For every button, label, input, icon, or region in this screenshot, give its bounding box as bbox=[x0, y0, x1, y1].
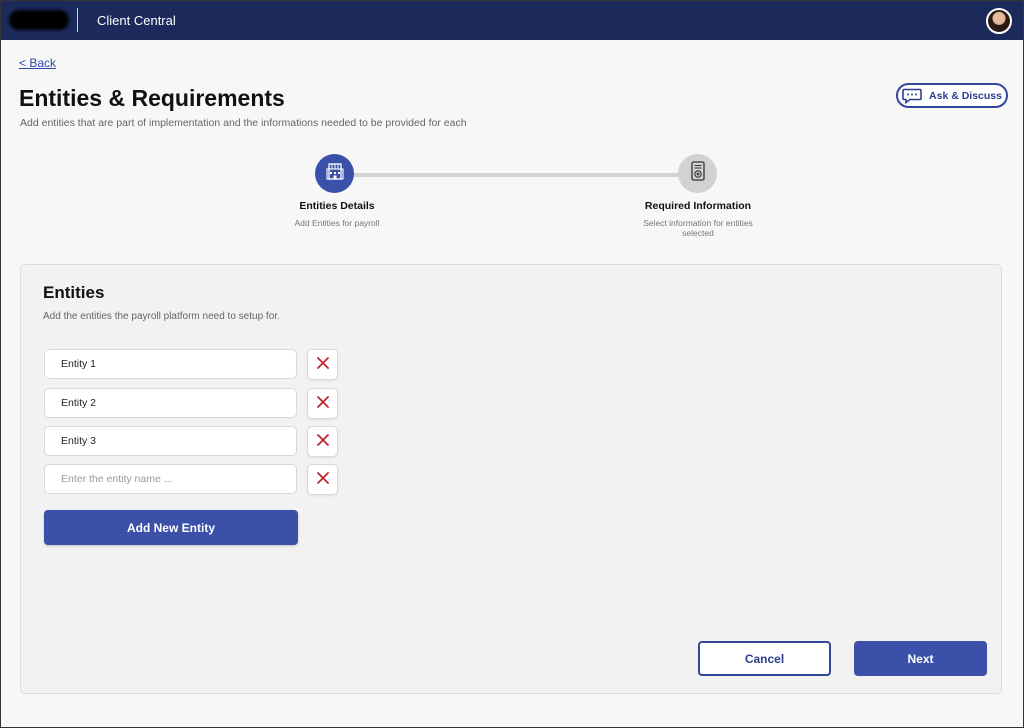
remove-entity-2-button[interactable] bbox=[307, 388, 338, 419]
entity-name-input-3[interactable] bbox=[44, 426, 297, 456]
step-entities-details-indicator[interactable] bbox=[315, 154, 354, 193]
page-title: Entities & Requirements bbox=[19, 85, 285, 111]
next-button[interactable]: Next bbox=[854, 641, 987, 676]
app-title: Client Central bbox=[97, 13, 176, 28]
medical-form-icon bbox=[688, 160, 708, 187]
ask-and-discuss-label: Ask & Discuss bbox=[929, 89, 1002, 102]
add-new-entity-button[interactable]: Add New Entity bbox=[44, 510, 298, 545]
chat-icon bbox=[902, 88, 922, 104]
step-entities-details-subtitle: Add Entities for payroll bbox=[294, 218, 380, 228]
entity-name-input-2[interactable] bbox=[44, 388, 297, 418]
entities-card-subtitle: Add the entities the payroll platform ne… bbox=[43, 311, 280, 322]
cancel-button[interactable]: Cancel bbox=[698, 641, 831, 676]
page-subtitle: Add entities that are part of implementa… bbox=[20, 117, 467, 129]
close-icon bbox=[316, 471, 329, 489]
close-icon bbox=[316, 433, 329, 451]
company-logo[interactable] bbox=[9, 10, 69, 30]
stepper-progress-line bbox=[353, 173, 681, 177]
top-navigation-bar: Client Central bbox=[1, 1, 1023, 40]
header-divider bbox=[77, 8, 78, 32]
entities-card: Entities Add the entities the payroll pl… bbox=[20, 264, 1002, 694]
building-icon bbox=[325, 161, 345, 186]
close-icon bbox=[316, 395, 329, 413]
back-link[interactable]: < Back bbox=[19, 56, 56, 70]
entity-name-input-4[interactable] bbox=[44, 464, 297, 494]
remove-entity-3-button[interactable] bbox=[307, 426, 338, 457]
user-avatar[interactable] bbox=[986, 8, 1012, 34]
step-required-information-title: Required Information bbox=[644, 200, 752, 212]
step-required-information-subtitle: Select information for entities selected bbox=[643, 218, 753, 238]
close-icon bbox=[316, 356, 329, 374]
entity-name-input-1[interactable] bbox=[44, 349, 297, 379]
step-required-information-indicator[interactable] bbox=[678, 154, 717, 193]
remove-entity-1-button[interactable] bbox=[307, 349, 338, 380]
remove-entity-4-button[interactable] bbox=[307, 464, 338, 495]
step-entities-details-title: Entities Details bbox=[299, 200, 375, 212]
ask-and-discuss-button[interactable]: Ask & Discuss bbox=[896, 83, 1008, 108]
entities-card-title: Entities bbox=[43, 283, 105, 302]
